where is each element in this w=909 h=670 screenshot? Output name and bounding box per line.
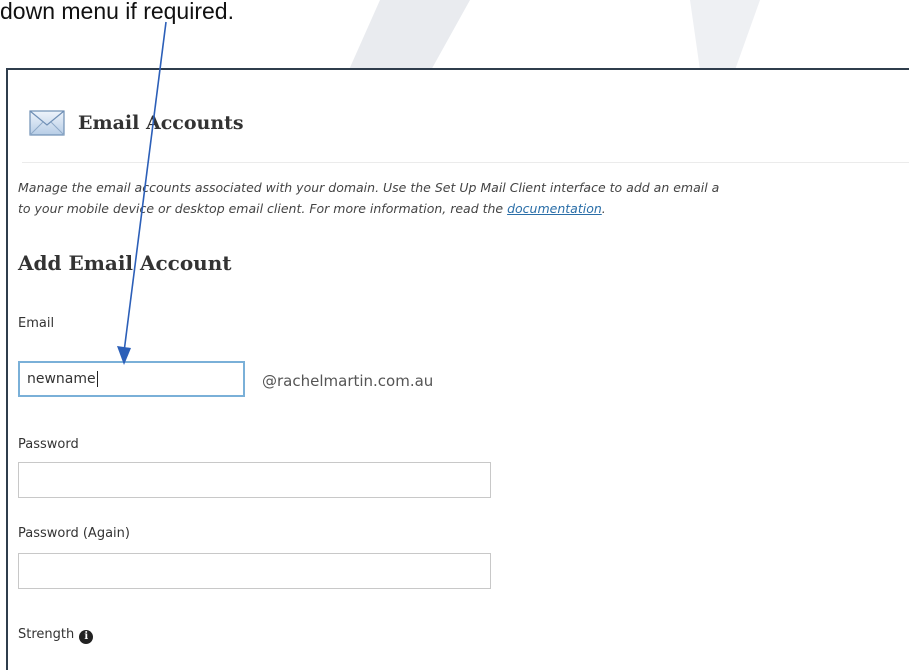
- strength-row: Strength i: [18, 627, 94, 644]
- description-line-2-text: to your mobile device or desktop email c…: [18, 201, 508, 216]
- documentation-link[interactable]: documentation: [507, 201, 602, 216]
- description-line-2-end: .: [601, 201, 606, 216]
- domain-suffix: @rachelmartin.com.au: [262, 372, 434, 390]
- email-label: Email: [18, 316, 55, 331]
- instruction-caption: down menu if required.: [0, 0, 234, 24]
- email-input-value: newname: [27, 371, 96, 387]
- password-input[interactable]: [18, 462, 491, 498]
- cpanel-window: Email Accounts Manage the email accounts…: [6, 68, 909, 670]
- info-icon[interactable]: i: [79, 630, 94, 644]
- text-caret: [96, 371, 98, 387]
- description-line-1: Manage the email accounts associated wit…: [18, 180, 720, 195]
- email-input[interactable]: newname: [18, 361, 245, 397]
- page-title: Email Accounts: [78, 112, 244, 134]
- password-again-label: Password (Again): [18, 526, 130, 541]
- password-label: Password: [18, 437, 79, 452]
- password-again-input[interactable]: [18, 553, 491, 589]
- strength-label: Strength: [18, 627, 75, 642]
- envelope-icon: [29, 110, 65, 136]
- section-title: Add Email Account: [18, 251, 232, 275]
- page-header: Email Accounts: [22, 100, 909, 163]
- page-description: Manage the email accounts associated wit…: [18, 177, 909, 219]
- description-line-2: to your mobile device or desktop email c…: [18, 198, 909, 219]
